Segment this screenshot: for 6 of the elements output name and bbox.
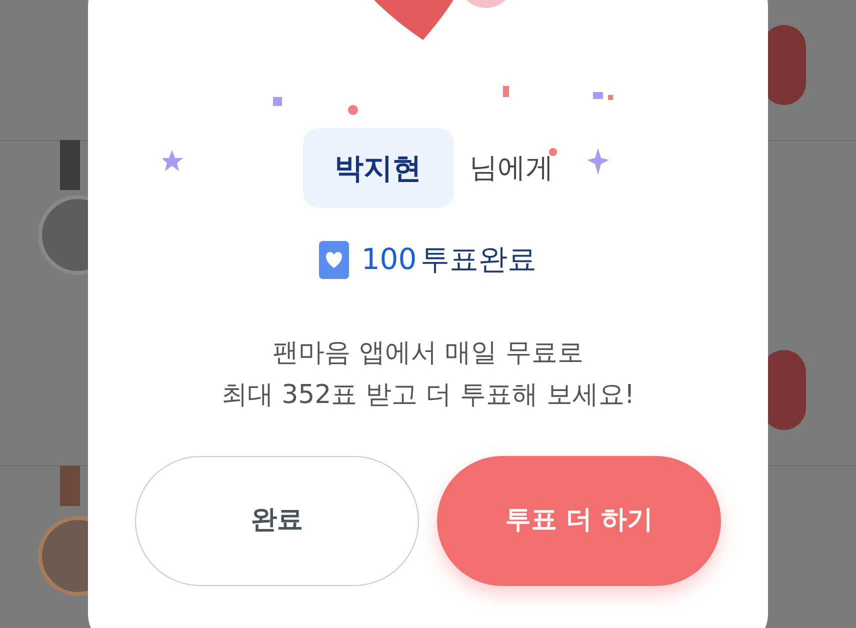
recipient-name: 박지현 — [302, 128, 454, 208]
promo-message: 팬마음 앱에서 매일 무료로 최대 352표 받고 더 투표해 보세요! — [221, 336, 635, 412]
done-button[interactable]: 완료 — [135, 456, 419, 586]
vote-status: 투표완료 — [420, 241, 537, 278]
recipient-suffix: 님에게 — [470, 150, 554, 186]
vote-count: 100 — [361, 241, 417, 278]
